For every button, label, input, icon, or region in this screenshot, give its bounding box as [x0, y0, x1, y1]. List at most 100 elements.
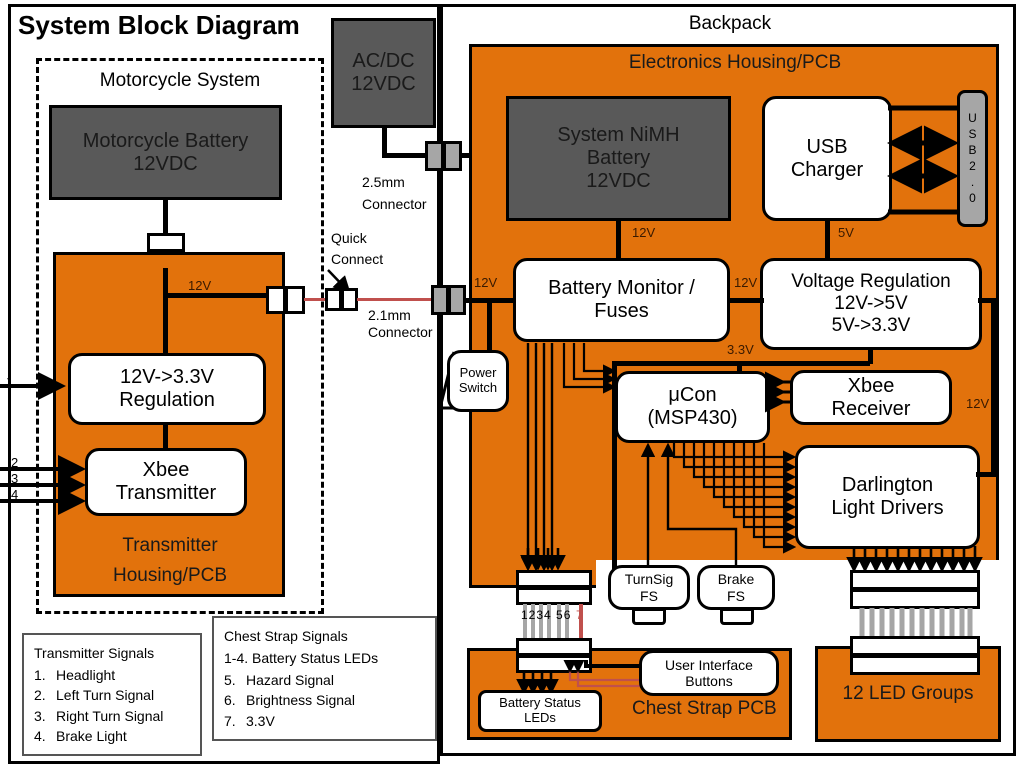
wire-monitor-to-vreg [728, 298, 764, 303]
transmitter-signals-legend: Transmitter Signals 1. Headlight 2. Left T… [22, 633, 202, 757]
regulation-line1: 12V->3.3V [120, 366, 214, 388]
wire-right-12v-to-darlington [976, 472, 996, 477]
wire-right-12v-rail [991, 298, 996, 476]
legend-text: Left Turn Signal [56, 687, 155, 704]
darlington-block: Darlington Light Drivers [795, 445, 980, 549]
brake-line1: Brake [717, 571, 755, 588]
chest-legend-heading: Chest Strap Signals [224, 628, 348, 644]
list-item: 1. Headlight [34, 665, 190, 685]
legend-num: 3. [34, 707, 46, 724]
user-interface-line1: User Interface [665, 656, 753, 673]
connector-2-5mm-left [425, 141, 444, 171]
fs-to-ucon-arrows [640, 442, 738, 567]
wire-quick-connect-red-right [357, 298, 433, 301]
voltage-reg-line2: 12V->5V [834, 293, 908, 315]
signal-number-4: 4 [11, 487, 19, 502]
motorcycle-battery-line1: Motorcycle Battery [82, 129, 249, 152]
turnsig-fs-tab [632, 608, 666, 625]
wire-power-switch-in [487, 298, 492, 354]
chest-strap-signals-legend: Chest Strap Signals 1-4. Battery Status … [212, 616, 437, 741]
ucon-line1: μCon [668, 384, 717, 406]
turnsig-fs-block: TurnSig FS [608, 565, 690, 610]
nimh-line2: Battery [586, 147, 651, 169]
usb-charger-connections [887, 105, 959, 215]
led-groups-label: 12 LED Groups [842, 683, 974, 705]
legend-text: Hazard Signal [246, 672, 334, 688]
brake-fs-block: Brake FS [697, 565, 775, 610]
chest-pin-labels: 1234 56 [521, 608, 572, 622]
legend-num: 5. [224, 672, 236, 688]
legend-num: 6. [224, 692, 236, 709]
battery-monitor-line2: Fuses [594, 300, 649, 322]
label-12v-input: 12V [474, 275, 498, 290]
led-connector-bottom-a2 [850, 636, 980, 656]
legend-text: Right Turn Signal [56, 707, 164, 724]
quick-connect-label-line1: Quick [331, 230, 367, 246]
chest-strap-pcb-label: Chest Strap PCB [632, 698, 777, 719]
regulation-line2: Regulation [119, 389, 215, 411]
wire-12v-horizontal-transmitter [163, 293, 273, 298]
quick-connect-label-line2: Connect [331, 251, 384, 267]
list-item: 4. Brake Light [34, 726, 190, 746]
label-12v-right: 12V [966, 396, 990, 411]
label-33v: 3.3V [727, 342, 754, 357]
monitor-status-led-bundle [520, 343, 560, 572]
transmitter-out-connector-left [266, 286, 286, 314]
motorcycle-system-label: Motorcycle System [99, 70, 261, 92]
wire-regulation-to-xbee [163, 424, 168, 450]
motorcycle-battery-line2: 12VDC [133, 152, 198, 175]
brake-fs-tab [720, 608, 754, 625]
signal-number-1: 1 [6, 374, 14, 389]
legend-num: 7. [224, 712, 236, 729]
list-item: 6. Brightness Signal [224, 690, 425, 710]
quick-connect-body-left [325, 288, 342, 311]
connector-2-1mm-label-line2: Connector [368, 324, 433, 340]
battery-status-line2: LEDs [524, 710, 556, 725]
usb-charger-line2: Charger [790, 158, 864, 181]
connector-2-5mm-label-line1: 2.5mm [362, 174, 405, 190]
user-interface-line2: Buttons [685, 673, 733, 689]
label-12v-transmitter: 12V [188, 278, 212, 293]
ui-buttons-to-connector [563, 659, 646, 688]
connector-2-5mm-label-line2: Connector [362, 196, 427, 212]
darlington-line1: Darlington [841, 474, 934, 496]
acdc-line2: 12VDC [351, 73, 416, 95]
chest-pin-label-7: 7 [576, 608, 583, 622]
system-block-diagram: System Block Diagram Motorcycle System M… [0, 0, 1024, 768]
chest-connector-bottom-a2 [516, 638, 592, 656]
connector-2-1mm-label-line1: 2.1mm [368, 307, 411, 323]
label-12v-nimh: 12V [632, 225, 656, 240]
electronics-housing-label: Electronics Housing/PCB [628, 52, 842, 74]
voltage-regulation-block: Voltage Regulation 12V->5V 5V->3.3V [760, 258, 982, 350]
wire-battery-to-connector [163, 200, 168, 237]
acdc-block: AC/DC 12VDC [331, 18, 436, 128]
label-5v: 5V [838, 225, 854, 240]
xbee-transmitter-line2: Transmitter [115, 482, 217, 504]
backpack-label: Backpack [688, 13, 772, 35]
legend-text: 3.3V [246, 712, 275, 729]
list-item: 5. Hazard Signal [224, 670, 425, 690]
xbee-transmitter-block: Xbee Transmitter [85, 448, 247, 516]
legend-num: 4. [34, 727, 46, 744]
label-12v-monitor: 12V [734, 275, 758, 290]
chest-legend-line2: 1-4. Battery Status LEDs [224, 650, 379, 666]
wire-acdc-down [382, 126, 387, 156]
darlington-line2: Light Drivers [831, 497, 944, 519]
legend-text: Brightness Signal [246, 692, 355, 709]
quick-connect-body-right [341, 288, 358, 311]
battery-monitor-line1: Battery Monitor / [548, 277, 695, 299]
wire-quick-connect-red-left [304, 298, 326, 301]
led-connector-bottom-b2 [850, 655, 980, 675]
battery-status-leds-block: Battery Status LEDs [478, 690, 602, 732]
battery-status-line1: Battery Status [499, 695, 581, 711]
xbee-to-ucon-arrows [765, 371, 792, 413]
usb-charger-block: USB Charger [762, 96, 892, 221]
battery-connector-top [147, 233, 185, 252]
user-interface-buttons-block: User Interface Buttons [639, 650, 779, 696]
motorcycle-battery-block: Motorcycle Battery 12VDC [49, 105, 282, 200]
transmitter-housing-label-line1: Transmitter [122, 535, 218, 557]
led-ribbon-cable [859, 608, 973, 638]
housing-to-chest-arrows [520, 548, 566, 571]
legend-text: Headlight [56, 667, 116, 683]
led-connector-top-a [850, 570, 980, 590]
